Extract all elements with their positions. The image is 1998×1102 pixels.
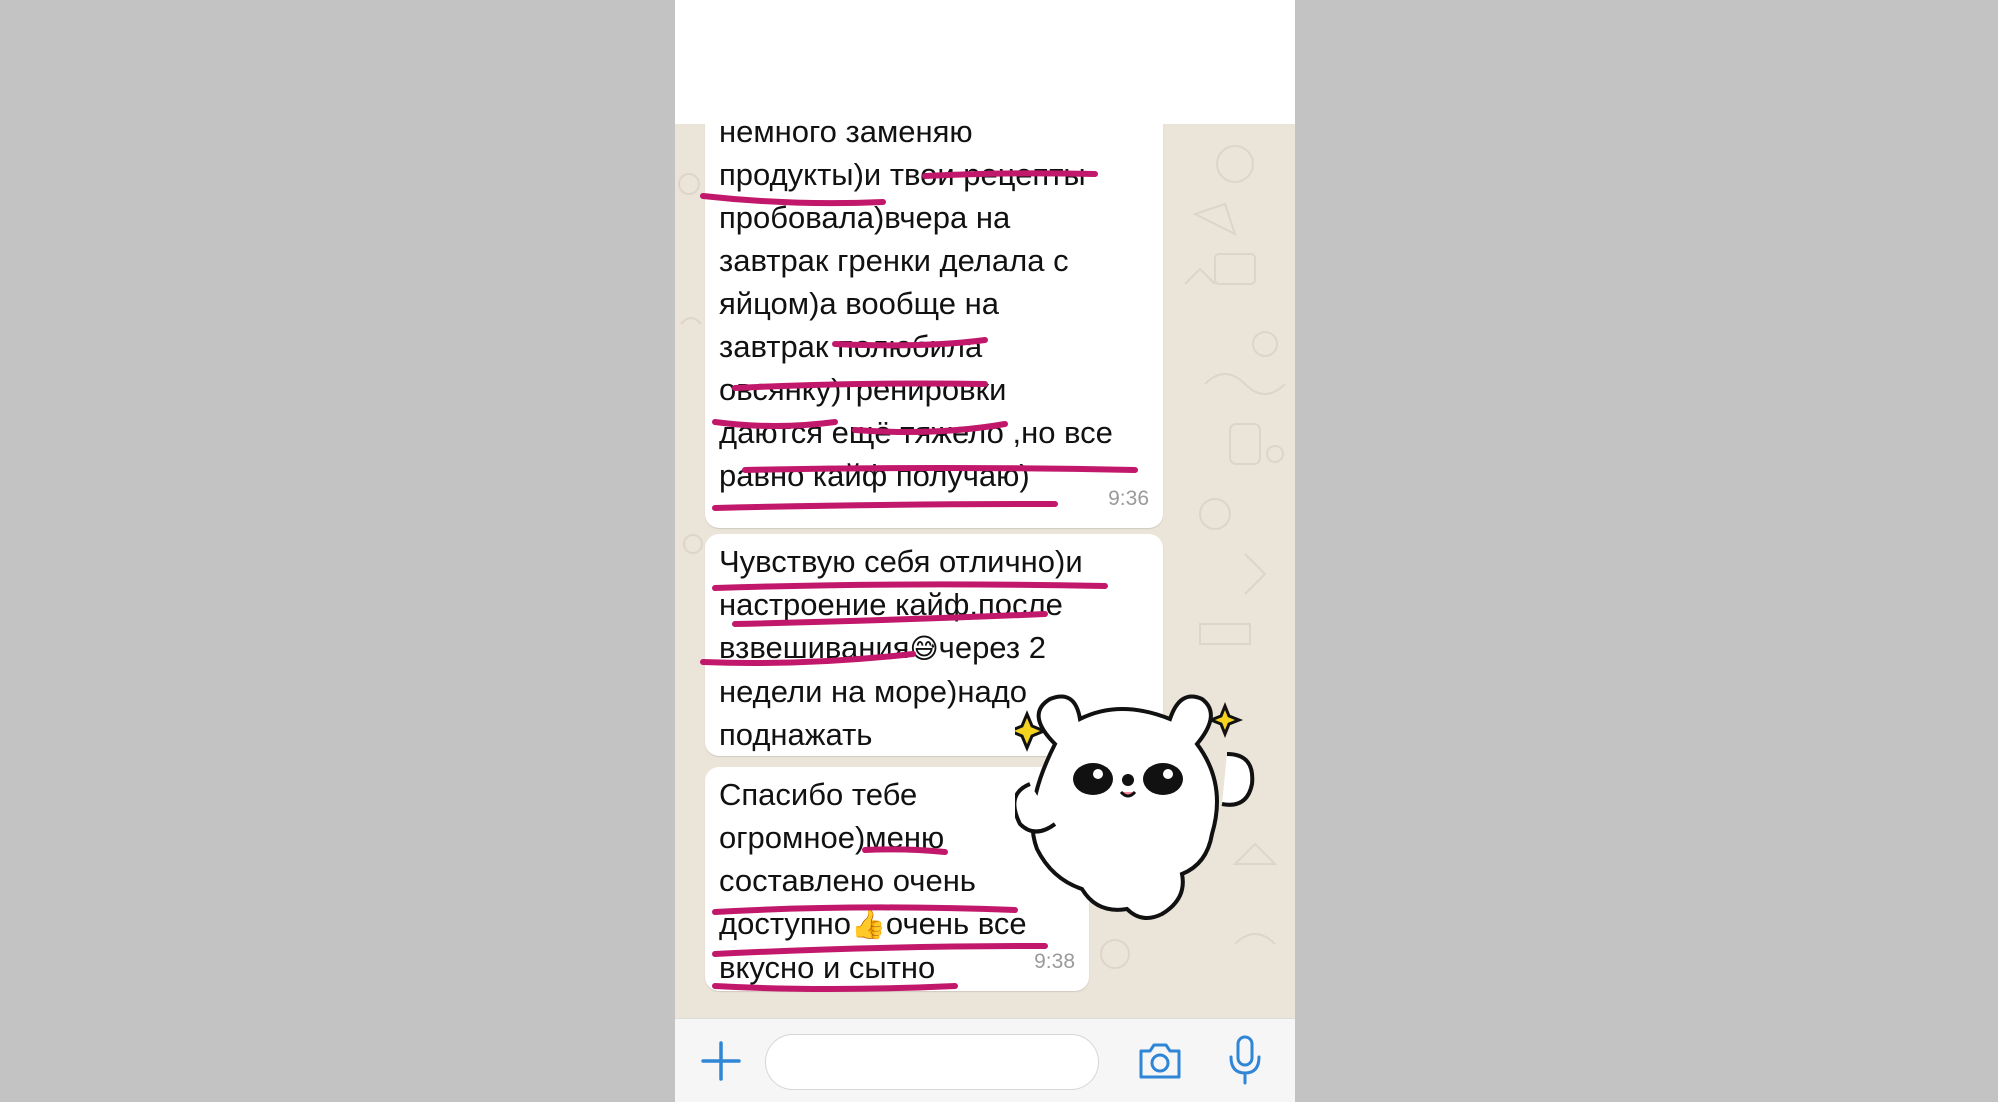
message-input[interactable] xyxy=(765,1034,1099,1090)
message-line: яйцом)а вообще на xyxy=(719,286,999,321)
message-line: продукты)и твои рецепты xyxy=(719,157,1086,192)
message-input-bar xyxy=(675,1018,1295,1102)
thumbs-up-emoji-icon: 👍 xyxy=(851,908,886,941)
message-timestamp: 9:38 xyxy=(1034,950,1075,973)
phone-screen: немного заменяю продукты)и твои рецепты … xyxy=(675,0,1295,1102)
message-line: вкусно и сытно xyxy=(719,950,936,985)
camera-icon[interactable] xyxy=(1137,1039,1183,1083)
bear-sticker[interactable] xyxy=(1015,694,1265,924)
chat-area[interactable]: немного заменяю продукты)и твои рецепты … xyxy=(675,124,1295,1018)
message-bubble[interactable]: немного заменяю продукты)и твои рецепты … xyxy=(705,124,1163,528)
message-text: через 2 xyxy=(938,630,1046,665)
message-line: овсянку)тренировки xyxy=(719,372,1007,407)
plus-icon[interactable] xyxy=(701,1041,741,1081)
message-line: завтрак гренки делала с xyxy=(719,243,1069,278)
message-line: Чувствую себя отлично)и xyxy=(719,544,1083,579)
microphone-icon[interactable] xyxy=(1227,1035,1263,1087)
message-line-with-emoji: взвешивания😅через 2 xyxy=(719,626,1149,670)
message-line: немного заменяю xyxy=(719,124,973,149)
message-line: равно кайф получаю) xyxy=(719,458,1030,493)
message-line: даются ещё тяжело ,но все xyxy=(719,415,1113,450)
message-line: завтрак полюбила xyxy=(719,329,983,364)
message-timestamp: 9:36 xyxy=(1108,487,1149,510)
message-text: очень все xyxy=(885,906,1027,941)
message-text: доступно xyxy=(719,906,852,941)
top-bar xyxy=(675,0,1295,128)
sweat-smile-emoji-icon: 😅 xyxy=(909,632,939,665)
message-text: взвешивания xyxy=(719,630,910,665)
sparkle-icon xyxy=(1206,701,1244,739)
message-line: пробовала)вчера на xyxy=(719,200,1011,235)
message-line: настроение кайф,после xyxy=(719,587,1063,622)
bear-icon xyxy=(1015,694,1255,920)
